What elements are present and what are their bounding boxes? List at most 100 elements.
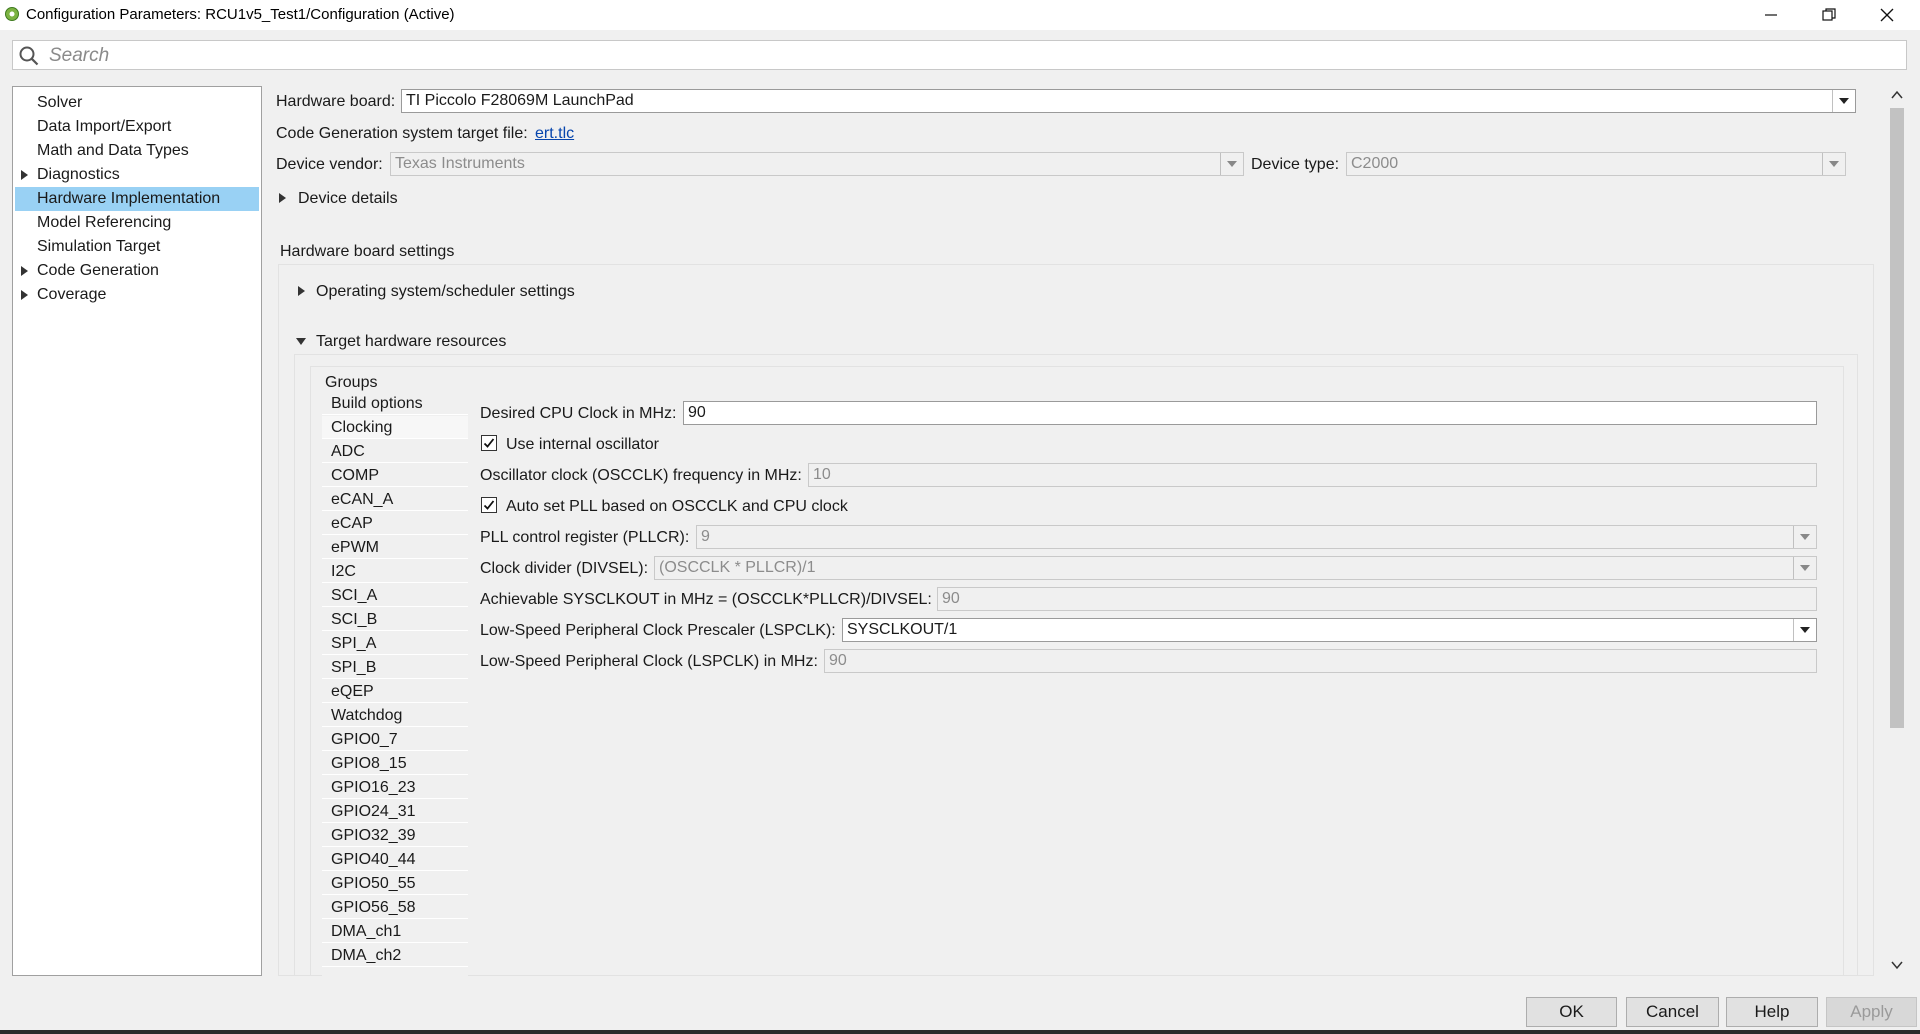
cpu-clock-input[interactable]: 90 <box>683 401 1817 425</box>
hardware-board-dropdown[interactable]: TI Piccolo F28069M LaunchPad <box>401 89 1856 113</box>
group-item-gpio24-31[interactable]: GPIO24_31 <box>322 800 468 823</box>
close-icon <box>1880 8 1894 22</box>
lspclk-input[interactable]: 90 <box>824 649 1817 673</box>
osc-freq-label: Oscillator clock (OSCCLK) frequency in M… <box>480 467 802 484</box>
codegen-target-label: Code Generation system target file: <box>276 125 528 142</box>
device-type-value: C2000 <box>1351 155 1399 172</box>
group-item-sci-a[interactable]: SCI_A <box>322 584 468 607</box>
tree-item-math-and-data-types[interactable]: Math and Data Types <box>15 139 259 163</box>
checkmark-icon <box>483 500 495 510</box>
lspclk-prescaler-dropdown[interactable]: SYSCLKOUT/1 <box>842 618 1817 642</box>
scroll-up-icon[interactable] <box>1891 90 1903 100</box>
group-item-gpio40-44[interactable]: GPIO40_44 <box>322 848 468 871</box>
sysclk-value: 90 <box>942 590 960 607</box>
tree-item-coverage[interactable]: Coverage <box>15 283 259 307</box>
tree-item-label: Code Generation <box>37 262 159 279</box>
tree-item-label: Coverage <box>37 286 107 303</box>
group-item-dma-ch2[interactable]: DMA_ch2 <box>322 944 468 967</box>
ok-button[interactable]: OK <box>1526 997 1617 1027</box>
help-button[interactable]: Help <box>1726 997 1818 1027</box>
cpu-clock-label: Desired CPU Clock in MHz: <box>480 405 677 422</box>
scrollbar-thumb[interactable] <box>1890 108 1904 728</box>
osc-freq-input[interactable]: 10 <box>808 463 1817 487</box>
expand-arrow-icon[interactable] <box>21 170 28 180</box>
group-item-gpio50-55[interactable]: GPIO50_55 <box>322 872 468 895</box>
group-item-comp[interactable]: COMP <box>322 464 468 487</box>
group-item-spi-b[interactable]: SPI_B <box>322 656 468 679</box>
chevron-down-icon <box>1793 526 1816 548</box>
tree-item-label: Data Import/Export <box>37 118 172 135</box>
tree-item-label: Math and Data Types <box>37 142 189 159</box>
device-vendor-value: Texas Instruments <box>395 155 525 172</box>
group-item-gpio8-15[interactable]: GPIO8_15 <box>322 752 468 775</box>
group-item-sci-b[interactable]: SCI_B <box>322 608 468 631</box>
osc-freq-value: 10 <box>813 466 831 483</box>
device-vendor-dropdown[interactable]: Texas Instruments <box>390 152 1244 176</box>
tree-item-simulation-target[interactable]: Simulation Target <box>15 235 259 259</box>
os-settings-toggle[interactable]: Operating system/scheduler settings <box>294 280 614 302</box>
group-item-adc[interactable]: ADC <box>322 440 468 463</box>
restore-button[interactable] <box>1800 0 1858 30</box>
group-item-build-options[interactable]: Build options <box>322 392 468 415</box>
close-button[interactable] <box>1858 0 1916 30</box>
tree-item-code-generation[interactable]: Code Generation <box>15 259 259 283</box>
group-item-spi-a[interactable]: SPI_A <box>322 632 468 655</box>
expand-arrow-icon[interactable] <box>21 290 28 300</box>
tree-item-label: Simulation Target <box>37 238 161 255</box>
expand-arrow-icon <box>298 286 305 296</box>
lspclk-label: Low-Speed Peripheral Clock (LSPCLK) in M… <box>480 653 818 670</box>
group-item-gpio32-39[interactable]: GPIO32_39 <box>322 824 468 847</box>
tree-item-label: Diagnostics <box>37 166 120 183</box>
restore-icon <box>1822 8 1836 21</box>
expand-arrow-icon[interactable] <box>21 266 28 276</box>
pllcr-dropdown[interactable]: 9 <box>696 525 1817 549</box>
chevron-down-icon <box>1793 619 1816 641</box>
tree-item-data-import-export[interactable]: Data Import/Export <box>15 115 259 139</box>
collapse-arrow-icon <box>296 338 306 345</box>
tree-item-label: Solver <box>37 94 83 111</box>
os-settings-label: Operating system/scheduler settings <box>316 283 575 300</box>
group-item-eqep[interactable]: eQEP <box>322 680 468 703</box>
hardware-board-label: Hardware board: <box>276 93 396 110</box>
group-item-gpio0-7[interactable]: GPIO0_7 <box>322 728 468 751</box>
minimize-button[interactable] <box>1742 0 1800 30</box>
divsel-dropdown[interactable]: (OSCCLK * PLLCR)/1 <box>654 556 1817 580</box>
vertical-scrollbar[interactable] <box>1886 86 1908 976</box>
minimize-icon <box>1765 14 1777 16</box>
search-bar <box>12 40 1907 70</box>
group-item-i2c[interactable]: I2C <box>322 560 468 583</box>
auto-pll-label: Auto set PLL based on OSCCLK and CPU clo… <box>506 498 848 515</box>
internal-osc-checkbox[interactable] <box>481 435 497 451</box>
group-item-dma-ch1[interactable]: DMA_ch1 <box>322 920 468 943</box>
group-item-watchdog[interactable]: Watchdog <box>322 704 468 727</box>
group-item-epwm[interactable]: ePWM <box>322 536 468 559</box>
codegen-target-link[interactable]: ert.tlc <box>535 125 574 143</box>
group-item-ecap[interactable]: eCAP <box>322 512 468 535</box>
lspclk-value: 90 <box>829 652 847 669</box>
app-icon <box>5 7 19 21</box>
device-details-label: Device details <box>298 190 398 207</box>
tree-item-solver[interactable]: Solver <box>15 91 259 115</box>
sysclk-input[interactable]: 90 <box>937 587 1817 611</box>
group-item-gpio56-58[interactable]: GPIO56_58 <box>322 896 468 919</box>
tree-item-model-referencing[interactable]: Model Referencing <box>15 211 259 235</box>
scroll-down-icon[interactable] <box>1891 960 1903 970</box>
apply-button[interactable]: Apply <box>1826 997 1917 1027</box>
group-item-ecan-a[interactable]: eCAN_A <box>322 488 468 511</box>
divsel-value: (OSCCLK * PLLCR)/1 <box>659 559 816 576</box>
target-resources-toggle[interactable]: Target hardware resources <box>294 330 554 352</box>
chevron-down-icon <box>1832 90 1855 112</box>
search-input[interactable] <box>47 43 1891 69</box>
checkmark-icon <box>483 438 495 448</box>
group-item-clocking[interactable]: Clocking <box>322 416 468 439</box>
device-details-toggle[interactable]: Device details <box>276 187 476 209</box>
group-item-gpio16-23[interactable]: GPIO16_23 <box>322 776 468 799</box>
main-panel: Hardware board: TI Piccolo F28069M Launc… <box>272 86 1882 976</box>
tree-item-hardware-implementation[interactable]: Hardware Implementation <box>15 187 259 211</box>
title-bar: Configuration Parameters: RCU1v5_Test1/C… <box>0 0 1920 30</box>
internal-osc-label: Use internal oscillator <box>506 436 659 453</box>
device-type-dropdown[interactable]: C2000 <box>1346 152 1846 176</box>
cancel-button[interactable]: Cancel <box>1626 997 1719 1027</box>
tree-item-diagnostics[interactable]: Diagnostics <box>15 163 259 187</box>
auto-pll-checkbox[interactable] <box>481 497 497 513</box>
